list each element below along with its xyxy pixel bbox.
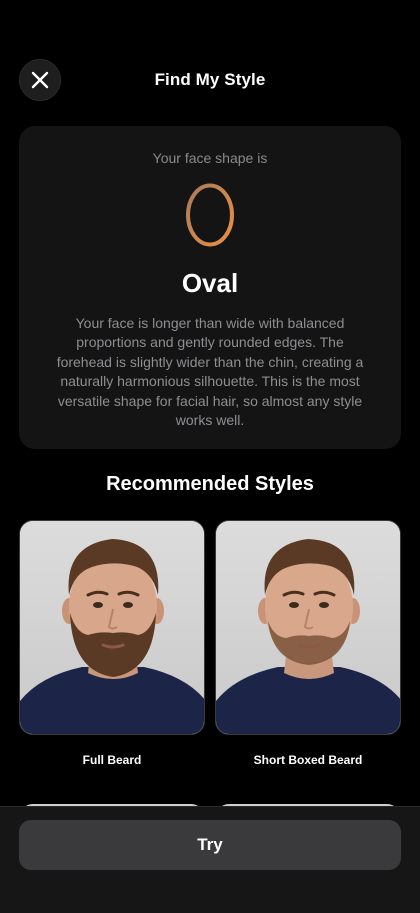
man-with-full-beard-photo: [20, 521, 204, 734]
style-card-short-boxed-beard[interactable]: [215, 520, 401, 735]
face-shape-subtitle: Your face shape is: [152, 150, 268, 166]
bottom-action-bar: Try: [0, 806, 420, 913]
man-with-short-boxed-beard-photo: [216, 521, 400, 734]
style-label-short-boxed-beard: Short Boxed Beard: [253, 753, 363, 767]
face-shape-description: Your face is longer than wide with balan…: [56, 315, 364, 429]
recommended-styles-title: Recommended Styles: [106, 473, 314, 495]
oval-shape-icon: [186, 183, 234, 247]
try-button[interactable]: Try: [19, 820, 401, 870]
style-card-full-beard[interactable]: [19, 520, 205, 735]
style-label-full-beard: Full Beard: [82, 753, 142, 767]
face-shape-name: Oval: [181, 268, 239, 298]
page-title: Find My Style: [154, 70, 266, 89]
face-shape-card: Your face shape is Oval Your face is lon…: [19, 126, 401, 449]
